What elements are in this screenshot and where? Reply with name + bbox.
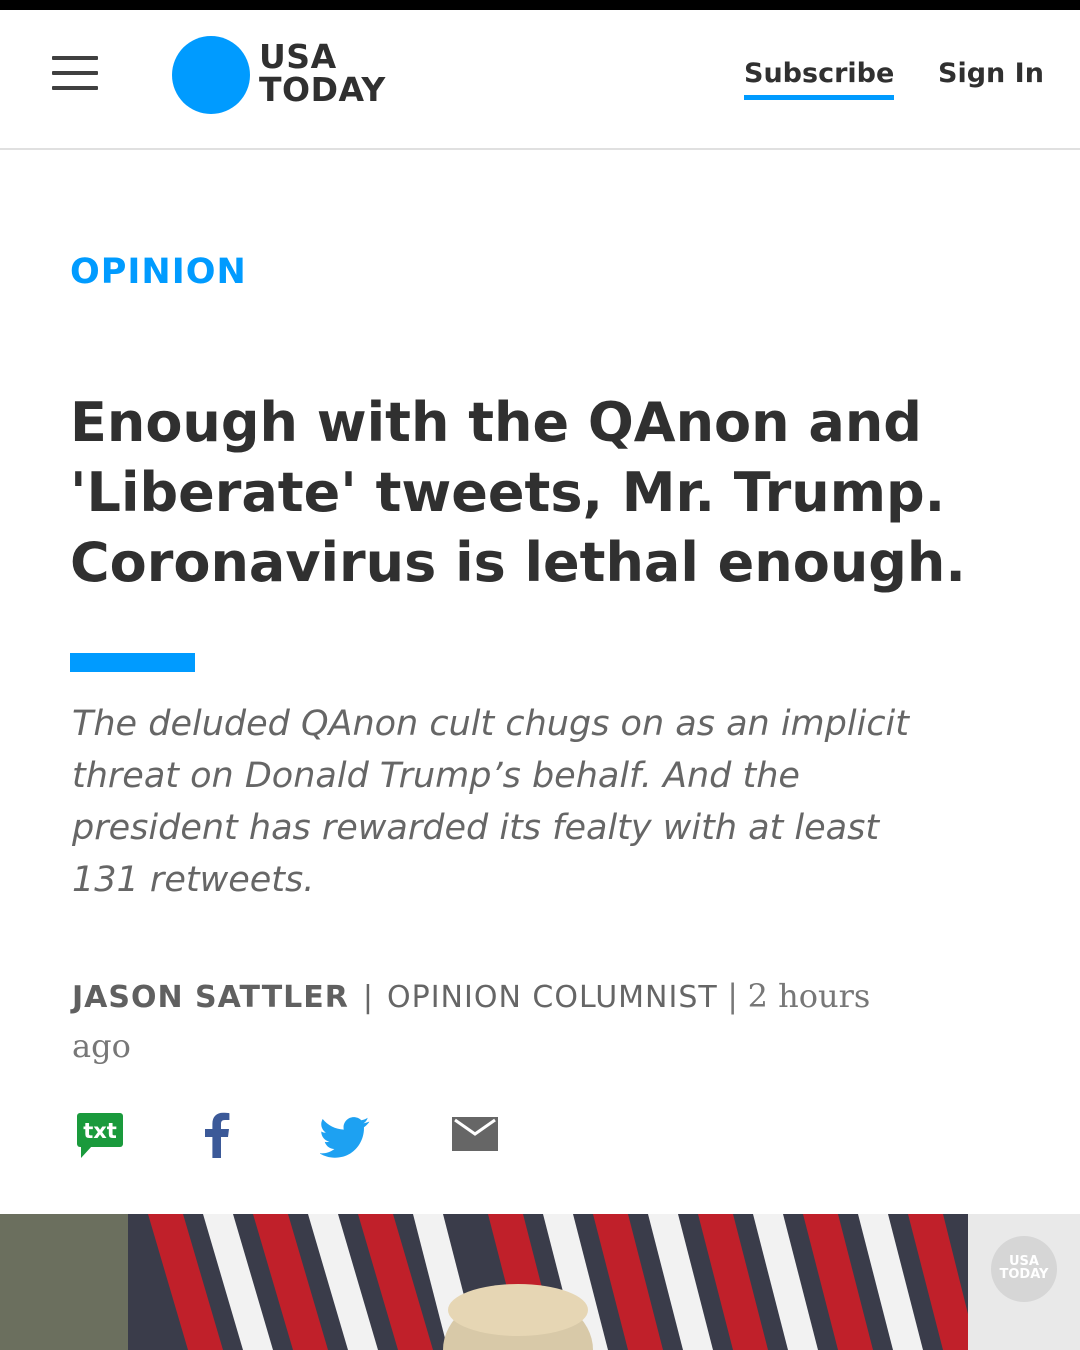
logo-line-1: USA — [259, 37, 337, 76]
author-name[interactable]: JASON SATTLER — [72, 980, 349, 1015]
logo-wordmark[interactable]: USA TODAY — [259, 40, 386, 106]
photo-left-panel — [0, 1214, 130, 1350]
status-bar-strip — [0, 0, 1080, 10]
headline-line: Coronavirus is lethal enough. — [70, 531, 966, 594]
photo-main — [128, 1214, 968, 1350]
logo-circle[interactable] — [172, 36, 250, 114]
publish-time: 2 hours — [747, 977, 871, 1015]
summary-line: 131 retweets. — [72, 860, 315, 900]
sign-in-link[interactable]: Sign In — [938, 58, 1044, 89]
sms-share-button[interactable]: txt — [76, 1110, 124, 1160]
subscribe-link[interactable]: Subscribe — [744, 58, 895, 100]
usa-today-watermark: USA TODAY — [991, 1236, 1057, 1302]
facebook-icon — [205, 1112, 230, 1158]
article-headline: Enough with the QAnon and 'Liberate' twe… — [70, 388, 1030, 598]
logo-line-2: TODAY — [259, 70, 386, 109]
byline-separator: | — [362, 980, 373, 1015]
sms-icon: txt — [77, 1113, 123, 1158]
email-icon — [452, 1117, 498, 1151]
sms-icon-label: txt — [83, 1119, 117, 1143]
flag-stripes-graphic — [128, 1214, 968, 1350]
headline-line: 'Liberate' tweets, Mr. Trump. — [70, 461, 946, 524]
site-header: USA TODAY Subscribe Sign In — [0, 10, 1080, 150]
summary-line: threat on Donald Trump’s behalf. And the — [72, 756, 800, 796]
section-label[interactable]: OPINION — [70, 252, 247, 292]
facebook-share-button[interactable] — [200, 1110, 232, 1160]
headline-line: Enough with the QAnon and — [70, 391, 922, 454]
watermark-line-2: TODAY — [999, 1267, 1049, 1282]
summary-line: The deluded QAnon cult chugs on as an im… — [72, 704, 910, 744]
byline: JASON SATTLER | OPINION COLUMNIST | 2 hour… — [72, 972, 1012, 1072]
publish-time-cont: ago — [72, 1027, 131, 1065]
email-share-button[interactable] — [452, 1110, 498, 1160]
author-role: OPINION COLUMNIST — [386, 980, 718, 1015]
hero-photo[interactable] — [0, 1214, 1080, 1350]
twitter-share-button[interactable] — [319, 1110, 370, 1160]
summary-line: president has rewarded its fealty with a… — [72, 808, 880, 848]
accent-bar — [70, 653, 195, 672]
menu-icon[interactable] — [52, 56, 98, 90]
article-summary: The deluded QAnon cult chugs on as an im… — [72, 698, 1032, 906]
twitter-icon — [319, 1117, 370, 1158]
time-separator: | — [727, 977, 739, 1015]
